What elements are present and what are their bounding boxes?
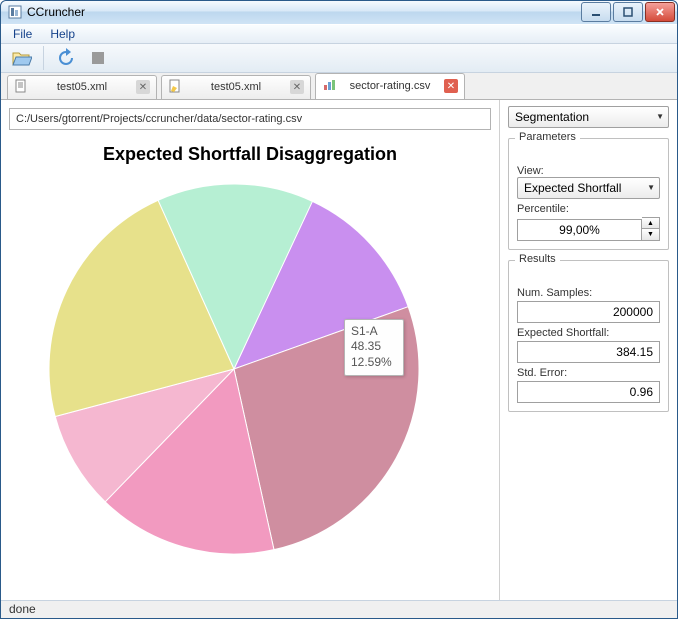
document-icon [14, 79, 28, 96]
combo-value: Segmentation [515, 110, 656, 124]
side-panel: Segmentation ▼ Parameters View: Expected… [499, 100, 677, 600]
parameters-group: Parameters View: Expected Shortfall ▼ Pe… [508, 138, 669, 250]
chart-panel: C:/Users/gtorrent/Projects/ccruncher/dat… [1, 100, 499, 600]
pie-chart: S1-A 48.35 12.59% [9, 169, 491, 592]
tabbar: test05.xml ✕ test05.xml ✕ sector-rating.… [1, 73, 677, 100]
tab-test05-1[interactable]: test05.xml ✕ [7, 75, 157, 99]
tab-label: test05.xml [34, 81, 130, 93]
spin-down-icon[interactable]: ▼ [642, 229, 659, 240]
num-samples-label: Num. Samples: [517, 287, 660, 299]
toolbar [1, 44, 677, 73]
tab-close-icon[interactable]: ✕ [290, 80, 304, 94]
tab-close-icon[interactable]: ✕ [136, 80, 150, 94]
chevron-down-icon: ▼ [656, 112, 664, 121]
percentile-label: Percentile: [517, 203, 660, 215]
toolbar-separator [43, 46, 44, 70]
tab-label: test05.xml [188, 81, 284, 93]
group-legend: Results [515, 253, 560, 265]
status-text: done [9, 602, 36, 616]
titlebar: CCruncher [1, 1, 677, 24]
tooltip-percent: 12.59% [351, 355, 397, 371]
view-label: View: [517, 165, 660, 177]
num-samples-field: 200000 [517, 301, 660, 323]
content-area: C:/Users/gtorrent/Projects/ccruncher/dat… [1, 100, 677, 600]
percentile-field[interactable]: 99,00% [517, 219, 642, 241]
chevron-down-icon: ▼ [647, 183, 655, 192]
window-title: CCruncher [27, 5, 581, 19]
tab-sector-rating[interactable]: sector-rating.csv ✕ [315, 73, 465, 99]
tooltip-value: 48.35 [351, 339, 397, 355]
expected-shortfall-label: Expected Shortfall: [517, 327, 660, 339]
view-combo[interactable]: Expected Shortfall ▼ [517, 177, 660, 199]
close-button[interactable] [645, 2, 675, 22]
menu-file[interactable]: File [5, 25, 40, 43]
spin-up-icon[interactable]: ▲ [642, 218, 659, 230]
chart-title: Expected Shortfall Disaggregation [9, 144, 491, 165]
app-icon [7, 4, 23, 20]
tab-test05-2[interactable]: test05.xml ✕ [161, 75, 311, 99]
refresh-button[interactable] [52, 44, 80, 72]
tooltip-label: S1-A [351, 324, 397, 340]
chart-icon [322, 78, 336, 95]
results-group: Results Num. Samples: 200000 Expected Sh… [508, 260, 669, 412]
edit-document-icon [168, 79, 182, 96]
combo-value: Expected Shortfall [524, 181, 647, 195]
open-button[interactable] [7, 44, 35, 72]
file-path-field[interactable]: C:/Users/gtorrent/Projects/ccruncher/dat… [9, 108, 491, 130]
segmentation-combo[interactable]: Segmentation ▼ [508, 106, 669, 128]
menubar: File Help [1, 24, 677, 44]
app-window: CCruncher File Help test05.xml ✕ test [0, 0, 678, 619]
tab-label: sector-rating.csv [342, 80, 438, 92]
statusbar: done [1, 600, 677, 618]
group-legend: Parameters [515, 131, 580, 143]
stderr-label: Std. Error: [517, 367, 660, 379]
stop-button[interactable] [84, 44, 112, 72]
stderr-field: 0.96 [517, 381, 660, 403]
tab-close-icon[interactable]: ✕ [444, 79, 458, 93]
menu-help[interactable]: Help [42, 25, 83, 43]
maximize-button[interactable] [613, 2, 643, 22]
chart-tooltip: S1-A 48.35 12.59% [344, 319, 404, 376]
expected-shortfall-field: 384.15 [517, 341, 660, 363]
percentile-spinner[interactable]: ▲▼ [642, 217, 660, 241]
minimize-button[interactable] [581, 2, 611, 22]
